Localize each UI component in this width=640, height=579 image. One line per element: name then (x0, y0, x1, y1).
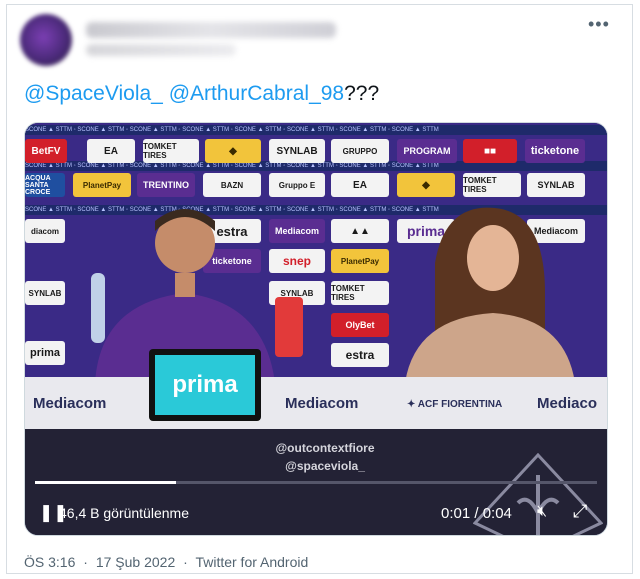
view-count: 46,4 B görüntülenme (59, 505, 189, 521)
sponsor-logo: EA (331, 173, 389, 197)
sponsor-logo: BAZN (203, 173, 261, 197)
avatar[interactable] (20, 14, 72, 66)
sponsor-ticketone: ticketone (525, 139, 585, 163)
press-table: Mediacom Mediacom ✦ ACF FIORENTINA Media… (25, 377, 607, 429)
video-player[interactable]: SCONE ▲ STTM ◦ SCONE ▲ STTM ◦ SCONE ▲ ST… (24, 122, 608, 536)
sponsor-program: PROGRAM (397, 139, 457, 163)
table-sponsor-left: Mediacom (33, 395, 107, 412)
screen-brand: prima (155, 355, 255, 415)
sponsor-trentino: TRENTINO (137, 173, 195, 197)
sponsor-logo: EA (87, 139, 135, 163)
sponsor-synlab: SYNLAB (25, 281, 65, 305)
presenter-figure (405, 207, 575, 383)
user-handle-blurred[interactable] (86, 44, 236, 56)
video-time: 0:01 / 0:04 (441, 505, 512, 522)
water-bottle (91, 273, 105, 343)
tweet-footer: ÖS 3:16 · 17 Şub 2022 · Twitter for Andr… (24, 554, 308, 570)
sponsor-tommkin: TOMKET TIRES (463, 173, 521, 197)
water-bottle (275, 297, 303, 357)
sponsor-tommkin: TOMKET TIRES (331, 281, 389, 305)
video-progress-bar[interactable] (35, 481, 597, 484)
watermark-line-2: @spaceviola_ (285, 459, 365, 473)
mute-icon[interactable]: 🔇︎ (537, 503, 547, 521)
sponsor-estra: estra (331, 343, 389, 367)
table-screen: prima (149, 349, 261, 421)
sponsor-tommkin: TOMKET TIRES (143, 139, 199, 163)
sponsor-gruppo: GRUPPO (331, 139, 389, 163)
table-acf-label: ACF FIORENTINA (417, 399, 503, 410)
display-name-blurred[interactable] (86, 22, 336, 38)
sponsor-acqua: ACQUA SANTA CROCE (25, 173, 65, 197)
more-icon[interactable]: ••• (588, 14, 610, 35)
sponsor-logo: ◆ (397, 173, 455, 197)
sponsor-strip: SCONE ▲ STTM ◦ SCONE ▲ STTM ◦ SCONE ▲ ST… (25, 125, 607, 135)
watermark-line-1: @outcontextfiore (275, 441, 375, 455)
sponsor-synlab: SYNLAB (527, 173, 585, 197)
tweet-source: Twitter for Android (195, 554, 309, 570)
sponsor-logo: ▲▲ (331, 219, 389, 243)
sponsor-planetpay: PlanetPay (331, 249, 389, 273)
table-sponsor-acf: ✦ ACF FIORENTINA (407, 399, 503, 410)
sponsor-snep: snep (269, 249, 325, 273)
sponsor-logo: ■■ (463, 139, 517, 163)
tweet-text: @SpaceViola_ @ArthurCabral_98??? (24, 82, 379, 106)
sponsor-mediacom: Mediacom (269, 219, 325, 243)
fiorentina-lily-icon (473, 453, 603, 535)
mention-spaceviola[interactable]: @SpaceViola_ (24, 82, 163, 105)
sponsor-synlab: SYNLAB (269, 139, 325, 163)
tweet-time[interactable]: ÖS 3:16 (24, 554, 75, 570)
mention-arthurcabral[interactable]: @ArthurCabral_98 (169, 82, 344, 105)
sponsor-betfv: BetFV (25, 139, 67, 163)
sponsor-planetpay: PlanetPay (73, 173, 131, 197)
sponsor-olybet: OlyBet (331, 313, 389, 337)
watermark: @outcontextfiore @spaceviola_ (225, 439, 425, 475)
table-sponsor-right: Mediaco (537, 395, 598, 412)
sponsor-logo: ◆ (205, 139, 261, 163)
sponsor-logo: Gruppo E (269, 173, 325, 197)
video-progress-fill (35, 481, 176, 484)
footer-separator: · (83, 554, 88, 570)
tweet-text-suffix: ??? (344, 82, 380, 105)
footer-separator: · (183, 554, 188, 570)
expand-icon[interactable]: ⤢ (573, 501, 587, 522)
sponsor-prima: prima (25, 341, 65, 365)
sponsor-logo: diacom (25, 219, 65, 243)
tweet-date[interactable]: 17 Şub 2022 (96, 554, 175, 570)
table-sponsor-center: Mediacom (285, 395, 359, 412)
